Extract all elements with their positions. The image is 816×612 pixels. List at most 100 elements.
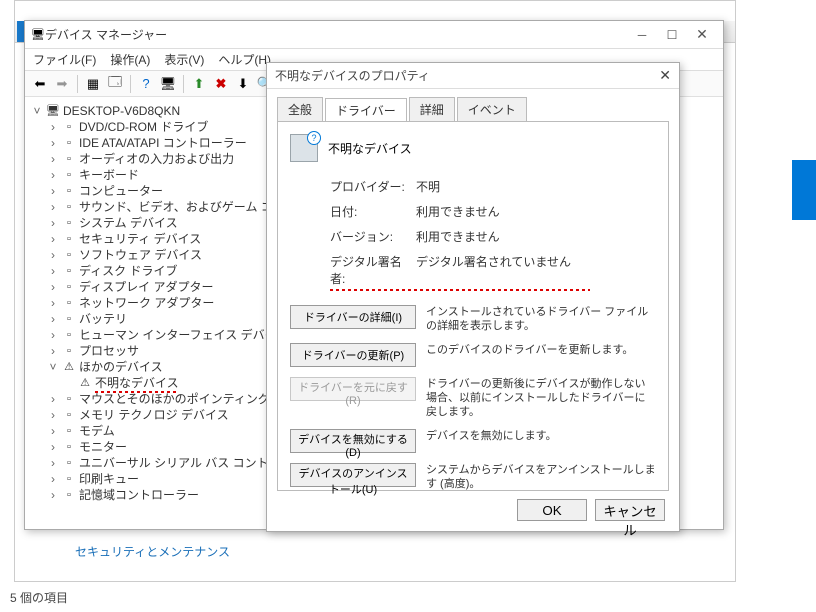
category-icon: ▫ — [62, 344, 76, 358]
tab-general[interactable]: 全般 — [277, 97, 323, 121]
category-icon: ▫ — [62, 440, 76, 454]
twisty-icon[interactable]: › — [47, 407, 59, 423]
help-icon[interactable]: ? — [137, 75, 155, 93]
uninstall-device-button[interactable]: デバイスのアンインストール(U) — [290, 463, 416, 487]
twisty-icon[interactable]: › — [47, 263, 59, 279]
category-icon: ▫ — [62, 264, 76, 278]
tab-event[interactable]: イベント — [457, 97, 527, 121]
device-name: 不明なデバイス — [328, 140, 412, 157]
tab-detail[interactable]: 詳細 — [409, 97, 455, 121]
twisty-icon[interactable]: › — [47, 199, 59, 215]
update-driver-desc: このデバイスのドライバーを更新します。 — [426, 343, 656, 357]
tab-driver[interactable]: ドライバー — [325, 98, 407, 122]
prop-title-text: 不明なデバイスのプロパティ — [275, 67, 659, 84]
twisty-icon[interactable]: › — [47, 279, 59, 295]
prop-titlebar[interactable]: 不明なデバイスのプロパティ ✕ — [267, 63, 679, 89]
twisty-icon[interactable]: › — [47, 343, 59, 359]
related-link[interactable]: セキュリティとメンテナンス — [75, 543, 675, 560]
twisty-icon[interactable]: ˅ — [31, 103, 43, 119]
other-icon: ⚠ — [62, 360, 76, 374]
twisty-icon[interactable]: › — [47, 119, 59, 135]
disable-device-button[interactable]: デバイスを無効にする(D) — [290, 429, 416, 453]
category-icon: ▫ — [62, 184, 76, 198]
category-icon: ▫ — [62, 136, 76, 150]
category-icon: ▫ — [62, 216, 76, 230]
menu-help[interactable]: ヘルプ(H) — [218, 51, 271, 68]
category-icon: ▫ — [62, 120, 76, 134]
menu-action[interactable]: 操作(A) — [110, 51, 150, 68]
signer-value: デジタル署名されていません — [416, 253, 571, 287]
disable-icon[interactable]: ⬇ — [234, 75, 252, 93]
explorer-titlebar — [15, 1, 735, 21]
provider-label: プロバイダー: — [330, 178, 416, 195]
signature-error-underline — [330, 289, 590, 291]
menu-view[interactable]: 表示(V) — [164, 51, 204, 68]
maximize-button[interactable]: ☐ — [657, 25, 687, 45]
twisty-icon[interactable]: › — [47, 215, 59, 231]
category-icon: ▫ — [62, 456, 76, 470]
category-icon: ▫ — [62, 472, 76, 486]
category-icon: ▫ — [62, 392, 76, 406]
uninstall-device-desc: システムからデバイスをアンインストールします (高度)。 — [426, 463, 656, 491]
device-properties-dialog: 不明なデバイスのプロパティ ✕ 全般 ドライバー 詳細 イベント 不明なデバイス… — [266, 62, 680, 532]
update-driver-icon[interactable]: ⬆ — [190, 75, 208, 93]
twisty-icon[interactable]: › — [47, 151, 59, 167]
signer-label: デジタル署名者: — [330, 253, 416, 287]
provider-value: 不明 — [416, 178, 440, 195]
uninstall-icon[interactable]: ✖ — [212, 75, 230, 93]
driver-details-button[interactable]: ドライバーの詳細(I) — [290, 305, 416, 329]
ok-button[interactable]: OK — [517, 499, 587, 521]
category-icon: ▫ — [62, 296, 76, 310]
dm-titlebar[interactable]: 🖥 デバイス マネージャー ─ ☐ ✕ — [25, 21, 723, 49]
category-icon: ▫ — [62, 200, 76, 214]
category-icon: ▫ — [62, 232, 76, 246]
twisty-icon[interactable]: › — [47, 391, 59, 407]
date-value: 利用できません — [416, 203, 500, 220]
category-icon: ▫ — [62, 152, 76, 166]
twisty-icon[interactable]: › — [47, 295, 59, 311]
tab-panel-driver: 不明なデバイス プロバイダー:不明 日付:利用できません バージョン:利用できま… — [277, 121, 669, 491]
category-icon: ▫ — [62, 424, 76, 438]
close-icon[interactable]: ✕ — [659, 67, 671, 84]
prop-tabs: 全般 ドライバー 詳細 イベント — [267, 89, 679, 121]
version-label: バージョン: — [330, 228, 416, 245]
twisty-icon[interactable]: › — [47, 231, 59, 247]
category-icon: ▫ — [62, 248, 76, 262]
properties-icon[interactable]: 🗔 — [106, 75, 124, 93]
cancel-button[interactable]: キャンセル — [595, 499, 665, 521]
rollback-driver-button: ドライバーを元に戻す(R) — [290, 377, 416, 401]
minimize-button[interactable]: ─ — [627, 25, 657, 45]
twisty-icon[interactable]: ˅ — [47, 359, 59, 375]
show-hidden-icon[interactable]: ▦ — [84, 75, 102, 93]
twisty-icon[interactable]: › — [47, 455, 59, 471]
version-value: 利用できません — [416, 228, 500, 245]
category-icon: ▫ — [62, 168, 76, 182]
date-label: 日付: — [330, 203, 416, 220]
category-icon: ▫ — [62, 312, 76, 326]
close-button[interactable]: ✕ — [687, 25, 717, 45]
category-icon: ▫ — [62, 488, 76, 502]
twisty-icon[interactable]: › — [47, 247, 59, 263]
update-driver-button[interactable]: ドライバーの更新(P) — [290, 343, 416, 367]
scan-icon[interactable]: 🖥 — [159, 75, 177, 93]
twisty-icon[interactable]: › — [47, 423, 59, 439]
category-icon: ▫ — [62, 408, 76, 422]
disable-device-desc: デバイスを無効にします。 — [426, 429, 656, 443]
back-icon[interactable]: ⬅ — [31, 75, 49, 93]
forward-icon[interactable]: ➡ — [53, 75, 71, 93]
twisty-icon[interactable]: › — [47, 327, 59, 343]
twisty-icon[interactable]: › — [47, 135, 59, 151]
dm-title-text: デバイス マネージャー — [45, 26, 627, 43]
dm-app-icon: 🖥 — [31, 28, 45, 42]
category-icon: ▫ — [62, 280, 76, 294]
computer-icon: 🖥 — [46, 104, 60, 118]
twisty-icon[interactable]: › — [47, 167, 59, 183]
twisty-icon[interactable]: › — [47, 183, 59, 199]
twisty-icon[interactable]: › — [47, 311, 59, 327]
twisty-icon[interactable]: › — [47, 439, 59, 455]
twisty-icon[interactable]: › — [47, 471, 59, 487]
device-large-icon — [290, 134, 318, 162]
menu-file[interactable]: ファイル(F) — [33, 51, 96, 68]
twisty-icon[interactable]: › — [47, 487, 59, 503]
driver-details-desc: インストールされているドライバー ファイルの詳細を表示します。 — [426, 305, 656, 333]
